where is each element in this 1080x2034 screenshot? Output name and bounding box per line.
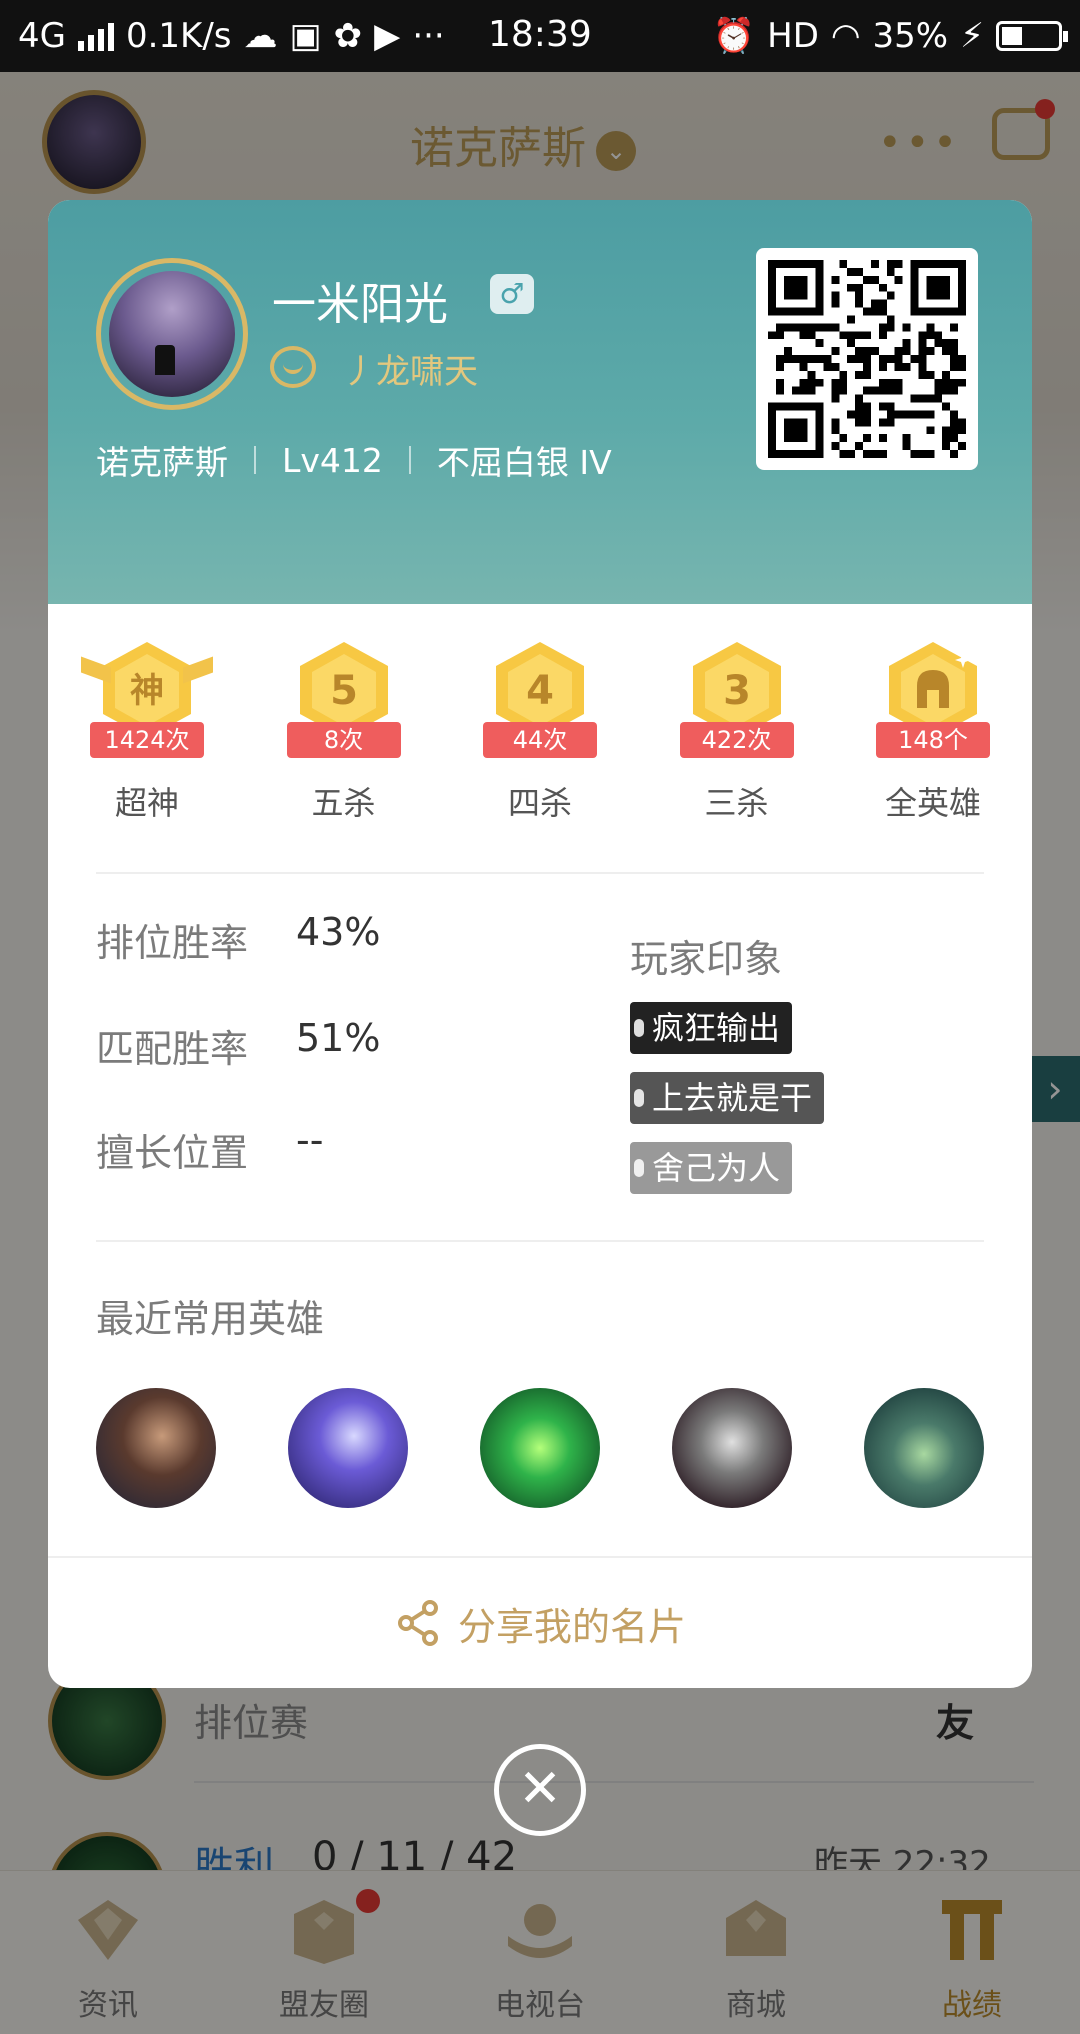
achievement-label: 五杀 (311, 784, 376, 822)
achievement-all-champions[interactable]: 148个 全英雄 (856, 638, 1010, 824)
signal-icon (77, 21, 114, 51)
alarm-icon: ⏰ (712, 16, 756, 56)
impressions-title: 玩家印象 (630, 937, 783, 981)
card-header: 一米阳光 ♂ 丿龙啸天 诺克萨斯 Lv412 不屈白银 IV (48, 200, 1032, 604)
player-name: 一米阳光 (272, 279, 448, 330)
recent-hero-avatar[interactable] (96, 1388, 216, 1508)
meta-divider (254, 446, 256, 474)
battery-icon (996, 21, 1068, 51)
club-icon (270, 346, 316, 388)
best-position-value: -- (296, 1118, 324, 1162)
qr-code-image (768, 260, 966, 458)
recent-heroes-title: 最近常用英雄 (96, 1297, 325, 1341)
best-position-label: 擅长位置 (96, 1131, 249, 1175)
section-divider (96, 1240, 984, 1242)
male-icon: ♂ (490, 274, 534, 314)
share-label: 分享我的名片 (457, 1604, 686, 1649)
wechat-icon: ✿ (333, 16, 363, 56)
meta-divider (408, 446, 411, 474)
share-icon (397, 1600, 438, 1646)
impression-tag[interactable]: 疯狂输出 (630, 1002, 793, 1054)
achievement-quadra-kill[interactable]: 4 44次 四杀 (463, 638, 617, 824)
avatar-image (109, 271, 235, 397)
server-name: 诺克萨斯 (96, 443, 228, 482)
normal-winrate-value: 51% (296, 1016, 381, 1060)
more-icon: ··· (412, 16, 445, 56)
profile-card: 一米阳光 ♂ 丿龙啸天 诺克萨斯 Lv412 不屈白银 IV 神 1424次 超… (48, 200, 1032, 1688)
player-rank: 不屈白银 IV (436, 443, 612, 482)
recent-hero-avatar[interactable] (480, 1388, 600, 1508)
recent-hero-avatar[interactable] (864, 1388, 984, 1508)
share-card-button[interactable]: 分享我的名片 (48, 1556, 1032, 1688)
achievement-label: 四杀 (507, 784, 572, 822)
achievement-label: 全英雄 (884, 784, 981, 822)
impression-tag[interactable]: 舍己为人 (630, 1142, 793, 1194)
achievement-triple-kill[interactable]: 3 422次 三杀 (660, 638, 814, 824)
status-bar: 4G 0.1K/s ☁ ▣ ✿ ▶ ··· 18:39 ⏰ HD ◠ 35% ⚡ (0, 0, 1080, 72)
network-speed: 0.1K/s (125, 16, 232, 56)
achievement-label: 三杀 (704, 784, 769, 822)
achievement-label: 超神 (114, 784, 179, 822)
recent-hero-avatar[interactable] (672, 1388, 792, 1508)
play-icon: ▶ (374, 16, 401, 56)
cloud-icon: ☁ (243, 16, 278, 56)
player-level: Lv412 (282, 440, 383, 480)
achievement-penta-kill[interactable]: 5 8次 五杀 (267, 638, 421, 824)
close-icon[interactable]: ✕ (494, 1744, 586, 1836)
battery-percent: 35% (872, 16, 949, 56)
ranked-winrate-label: 排位胜率 (96, 921, 249, 965)
achievement-count: 422次 (679, 722, 794, 758)
achievements-row: 神 1424次 超神 5 8次 五杀 4 44次 四杀 3 422次 三杀 14… (70, 638, 1010, 824)
clock: 18:39 (488, 14, 592, 55)
normal-winrate-label: 匹配胜率 (96, 1027, 249, 1071)
emblem-text: 3 (723, 668, 751, 714)
emblem-text: 4 (526, 668, 554, 714)
achievement-count: 8次 (286, 722, 401, 758)
charging-icon: ⚡ (960, 16, 984, 56)
impression-tag[interactable]: 上去就是干 (630, 1072, 825, 1124)
wifi-icon: ◠ (830, 16, 861, 56)
achievement-count: 44次 (483, 722, 597, 758)
section-divider (96, 872, 984, 874)
achievement-count: 1424次 (90, 722, 204, 758)
recent-hero-avatar[interactable] (288, 1388, 408, 1508)
app-notification-icon: ▣ (289, 16, 322, 56)
achievement-count: 148个 (876, 722, 990, 758)
emblem-text: 神 (130, 671, 164, 711)
player-meta: 诺克萨斯 Lv412 不屈白银 IV (96, 436, 612, 484)
club-name[interactable]: 丿龙啸天 (342, 344, 478, 393)
qr-code[interactable] (756, 248, 978, 470)
ranked-winrate-value: 43% (296, 910, 381, 954)
emblem-text: 5 (330, 668, 358, 714)
profile-avatar[interactable] (96, 258, 248, 410)
achievement-legendary[interactable]: 神 1424次 超神 (70, 638, 224, 824)
network-type: 4G (18, 16, 66, 56)
hd-indicator: HD (767, 16, 819, 56)
